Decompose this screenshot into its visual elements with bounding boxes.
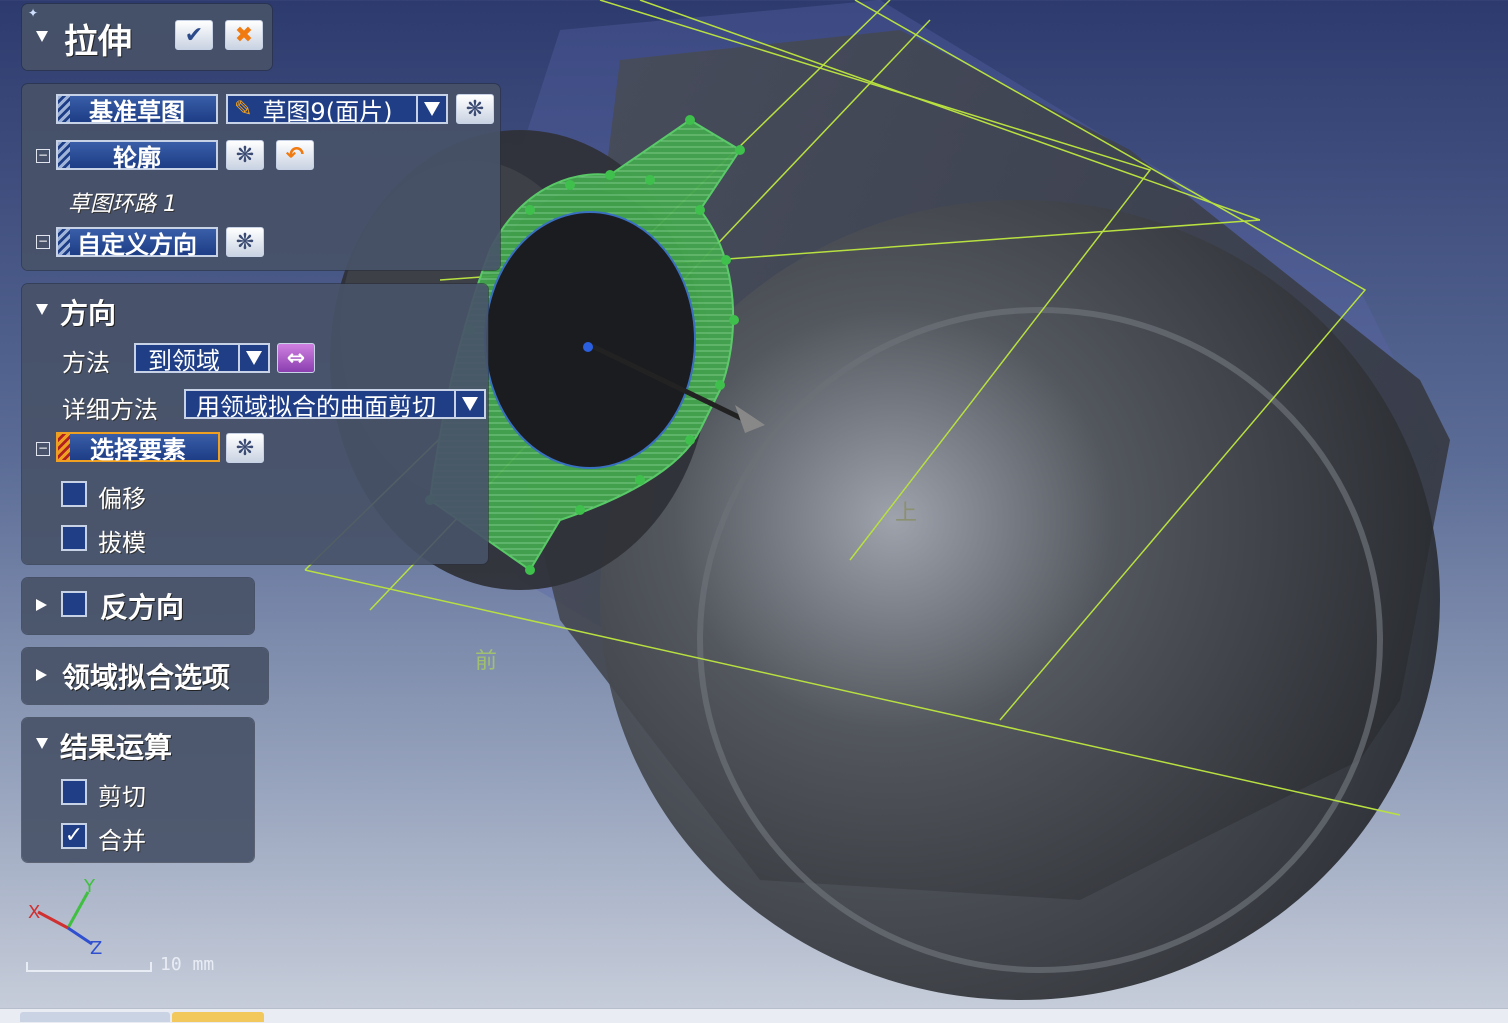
- ok-button[interactable]: ✔: [175, 20, 213, 50]
- method-dropdown-icon[interactable]: [238, 345, 268, 371]
- method-select[interactable]: 到领域: [134, 343, 270, 375]
- axis-triad: Y X Z: [28, 876, 102, 959]
- swap-direction-button[interactable]: ⇔: [277, 343, 315, 373]
- sketch-pencil-icon: ✎: [234, 96, 253, 122]
- detail-method-dropdown-icon[interactable]: [454, 391, 484, 417]
- method-value: 到领域: [148, 346, 220, 375]
- offset-label: 偏移: [98, 485, 146, 513]
- profile-undo-button[interactable]: ↶: [276, 140, 314, 170]
- scale-bar: [26, 962, 152, 972]
- profile-item[interactable]: 草图环路 1: [68, 186, 177, 218]
- collapse-result-icon[interactable]: [36, 738, 48, 749]
- reverse-checkbox[interactable]: [61, 591, 87, 617]
- cut-checkbox[interactable]: [61, 779, 87, 805]
- offset-checkbox[interactable]: [61, 481, 87, 507]
- merge-label: 合并: [98, 827, 146, 855]
- bottom-tab-1[interactable]: [20, 1012, 170, 1022]
- sketch-inner-hole: [484, 211, 696, 469]
- draft-label: 拔模: [98, 529, 146, 557]
- feature-title: 拉伸: [64, 22, 132, 62]
- base-sketch-dropdown-icon[interactable]: [416, 96, 446, 122]
- custom-direction-collapse-icon[interactable]: −: [36, 235, 50, 249]
- profile-collapse-icon[interactable]: −: [36, 149, 50, 163]
- custom-direction-filter-button[interactable]: ❋: [226, 227, 264, 257]
- base-sketch-select[interactable]: ✎ 草图9(面片): [226, 94, 448, 126]
- select-element-collapse-icon[interactable]: −: [36, 442, 50, 456]
- cut-label: 剪切: [98, 783, 146, 811]
- detail-method-select[interactable]: 用领域拟合的曲面剪切: [184, 389, 486, 421]
- svg-text:X: X: [28, 902, 40, 923]
- collapse-feature-icon[interactable]: [36, 31, 48, 42]
- direction-origin: [583, 342, 593, 352]
- svg-text:Y: Y: [83, 876, 96, 897]
- reverse-title: 反方向: [100, 591, 185, 624]
- base-sketch-field[interactable]: 基准草图: [56, 94, 218, 126]
- custom-direction-field[interactable]: 自定义方向: [56, 227, 218, 259]
- cancel-button[interactable]: ✖: [225, 20, 263, 50]
- label-front: 前: [475, 649, 497, 674]
- scale-bar-text: 10 mm: [160, 954, 215, 975]
- profile-filter-button[interactable]: ❋: [226, 140, 264, 170]
- detail-method-label: 详细方法: [62, 396, 158, 424]
- draft-checkbox[interactable]: [61, 525, 87, 551]
- result-title: 结果运算: [60, 731, 173, 764]
- detail-method-value: 用领域拟合的曲面剪切: [196, 392, 436, 421]
- select-element-filter-button[interactable]: ❋: [226, 433, 264, 463]
- bottom-tab-2[interactable]: [172, 1012, 264, 1022]
- merge-checkbox[interactable]: ✓: [61, 823, 87, 849]
- collapse-direction-icon[interactable]: [36, 304, 48, 315]
- base-sketch-value: 草图9(面片): [262, 97, 393, 126]
- expand-region-fit-icon[interactable]: [36, 669, 47, 681]
- label-top: 上: [895, 501, 917, 526]
- svg-text:Z: Z: [90, 938, 102, 959]
- profile-field[interactable]: 轮廓: [56, 140, 218, 172]
- direction-title: 方向: [60, 297, 117, 330]
- method-label: 方法: [62, 349, 110, 377]
- region-fit-title: 领域拟合选项: [62, 661, 231, 694]
- select-element-field[interactable]: 选择要素: [56, 432, 220, 464]
- base-sketch-filter-button[interactable]: ❋: [456, 94, 494, 124]
- expand-reverse-icon[interactable]: [36, 599, 47, 611]
- pin-icon[interactable]: ✦: [28, 6, 38, 20]
